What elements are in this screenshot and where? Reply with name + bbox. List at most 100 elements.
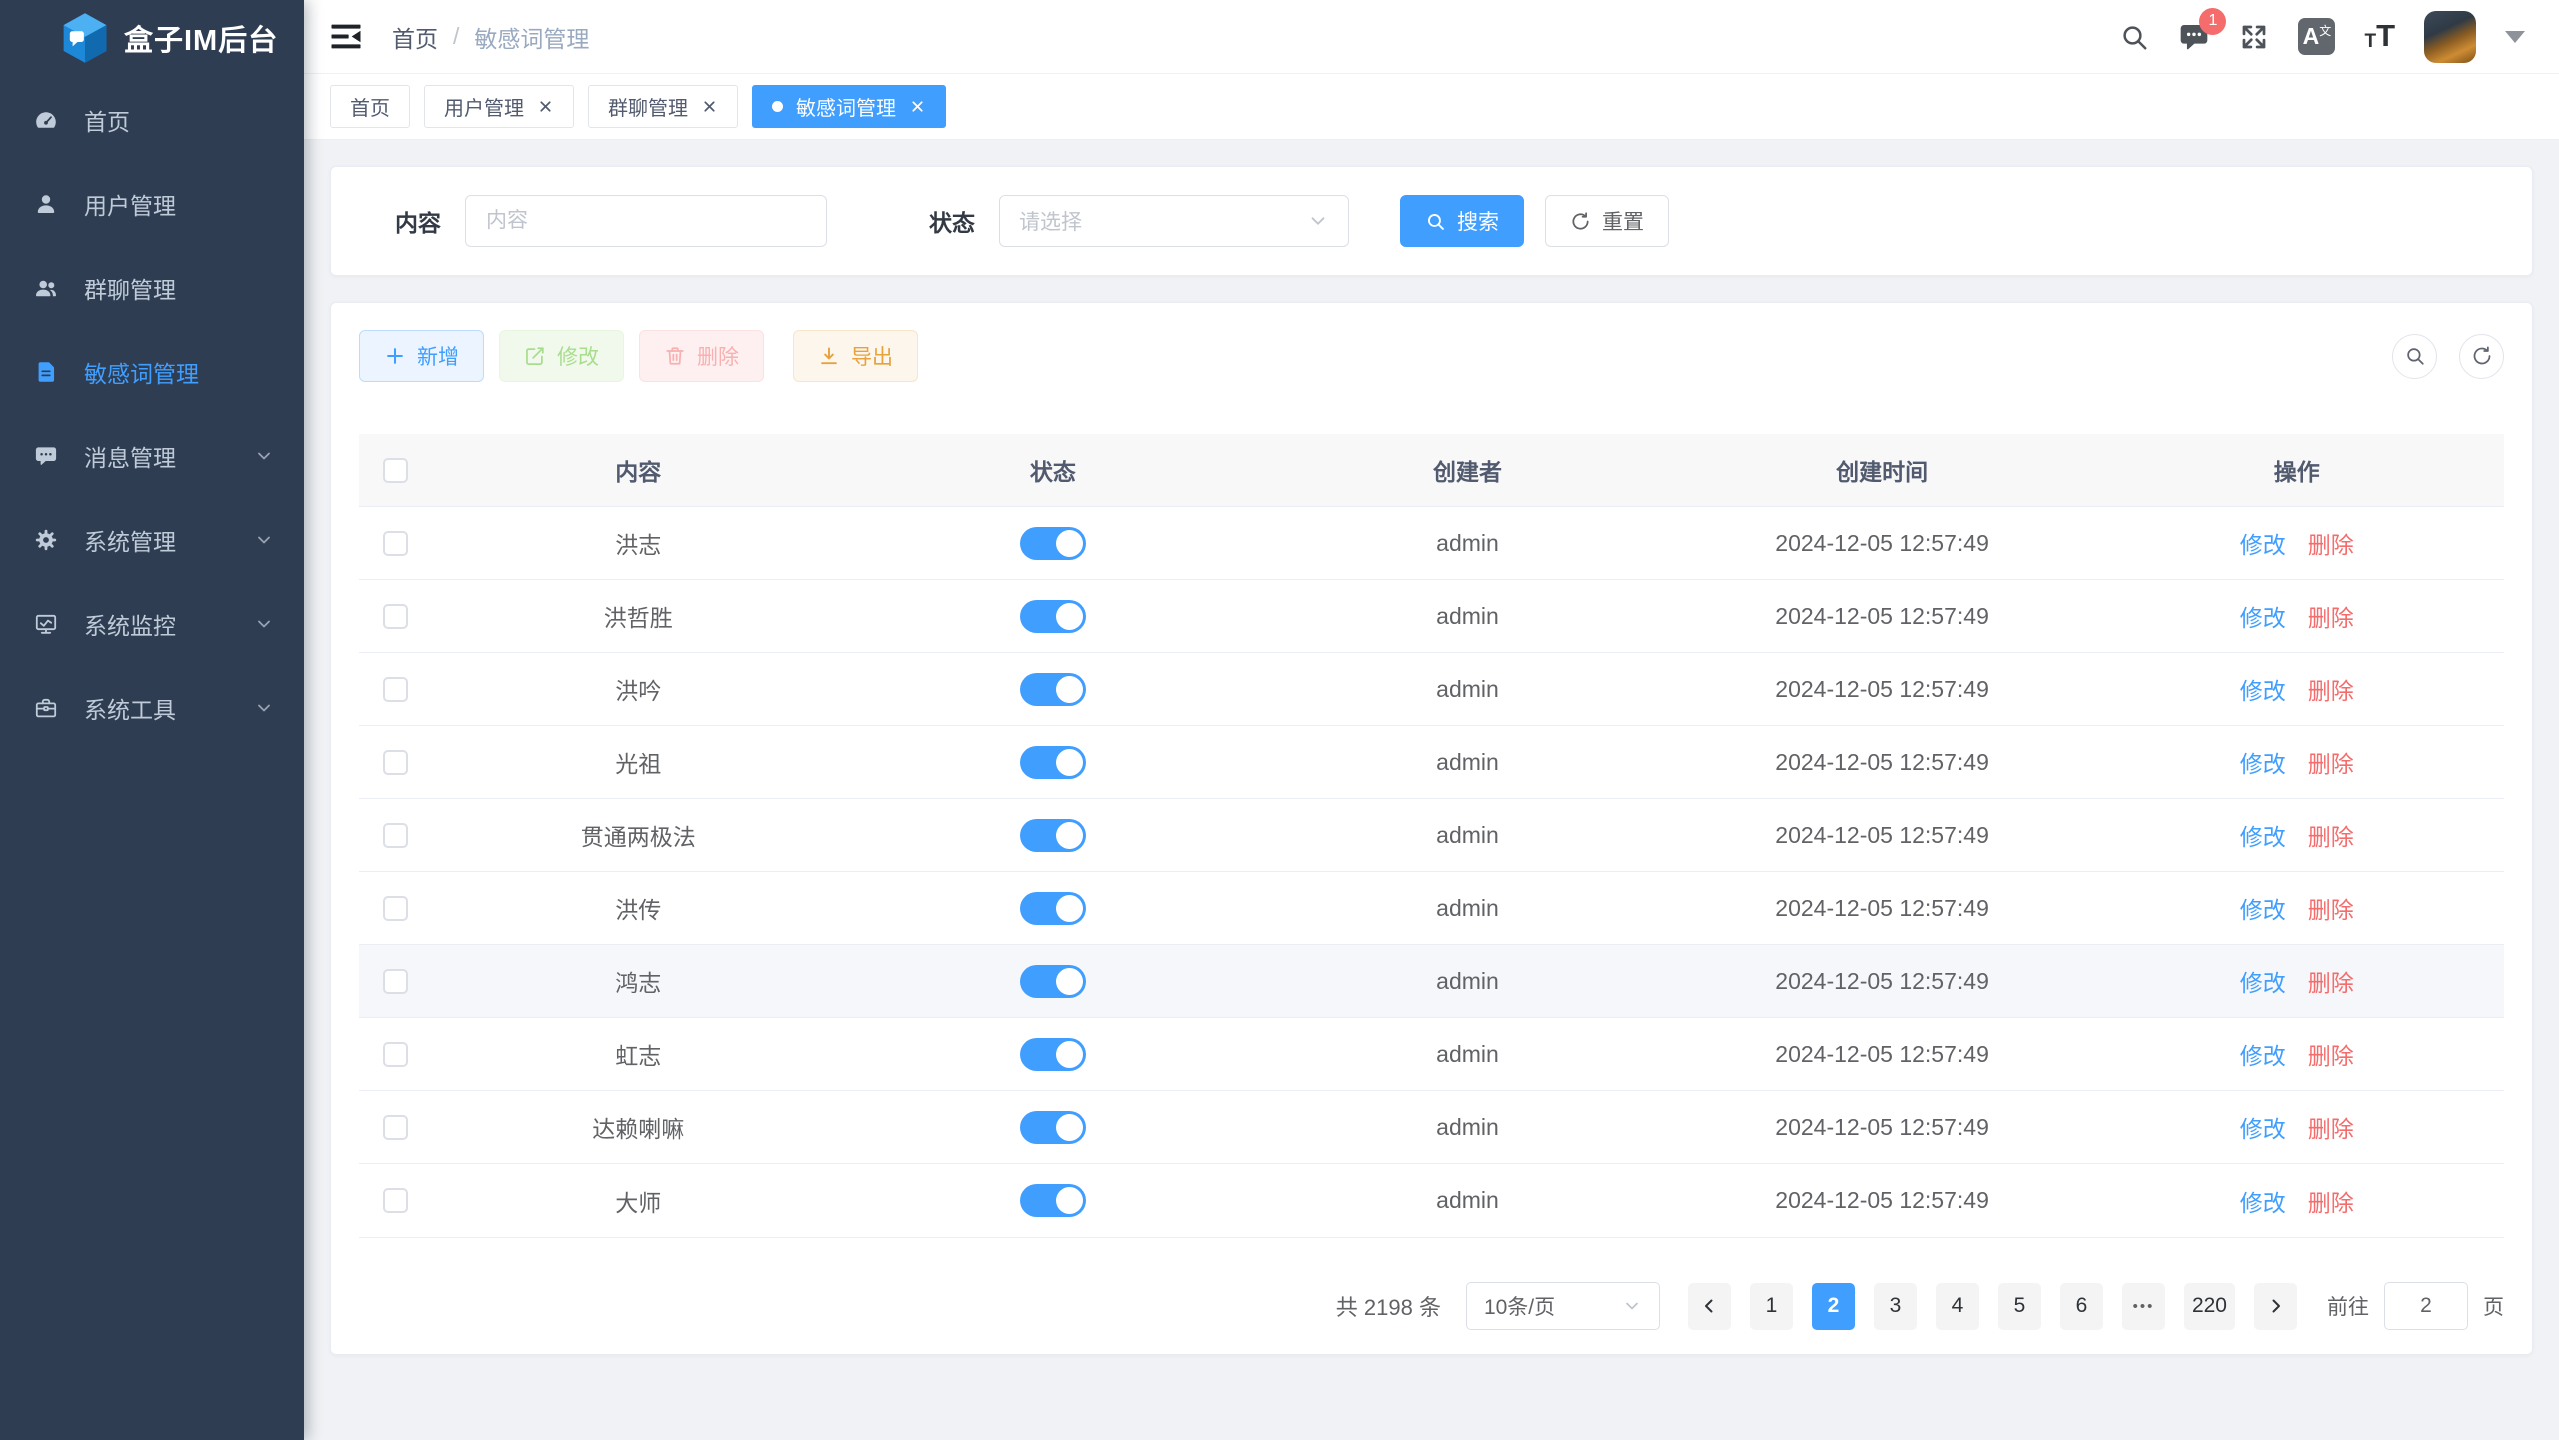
delete-link[interactable]: 删除: [2308, 599, 2354, 633]
status-toggle[interactable]: [1020, 819, 1086, 852]
table-row[interactable]: 大师admin2024-12-05 12:57:49修改删除: [359, 1164, 2504, 1237]
table-row[interactable]: 洪哲胜admin2024-12-05 12:57:49修改删除: [359, 580, 2504, 653]
messages-icon[interactable]: 1: [2178, 21, 2210, 53]
status-toggle[interactable]: [1020, 600, 1086, 633]
status-toggle[interactable]: [1020, 1184, 1086, 1217]
delete-link[interactable]: 删除: [2308, 672, 2354, 706]
table-row[interactable]: 达赖喇嘛admin2024-12-05 12:57:49修改删除: [359, 1091, 2504, 1164]
tab-user-mgmt[interactable]: 用户管理: [424, 85, 574, 128]
sidebar-collapse-icon[interactable]: [330, 22, 362, 51]
delete-link[interactable]: 删除: [2308, 1037, 2354, 1071]
row-checkbox[interactable]: [383, 969, 408, 994]
status-toggle[interactable]: [1020, 527, 1086, 560]
table-row[interactable]: 洪吟admin2024-12-05 12:57:49修改删除: [359, 653, 2504, 726]
goto-page-input[interactable]: [2384, 1282, 2468, 1330]
pager-ellipsis[interactable]: •••: [2122, 1283, 2165, 1330]
table-search-toggle-button[interactable]: [2392, 334, 2437, 379]
delete-link[interactable]: 删除: [2308, 745, 2354, 779]
row-checkbox[interactable]: [383, 677, 408, 702]
sidebar-item-sensitive-words[interactable]: 敏感词管理: [0, 330, 304, 414]
table-row[interactable]: 洪志admin2024-12-05 12:57:49修改删除: [359, 507, 2504, 580]
table-row[interactable]: 光祖admin2024-12-05 12:57:49修改删除: [359, 726, 2504, 799]
close-icon[interactable]: [909, 98, 926, 115]
search-button[interactable]: 搜索: [1400, 195, 1524, 247]
close-icon[interactable]: [537, 98, 554, 115]
sidebar-item-system-tools[interactable]: 系统工具: [0, 666, 304, 750]
sidebar-item-message-mgmt[interactable]: 消息管理: [0, 414, 304, 498]
row-checkbox[interactable]: [383, 1115, 408, 1140]
status-toggle[interactable]: [1020, 673, 1086, 706]
next-page-button[interactable]: [2254, 1283, 2297, 1330]
breadcrumb-home[interactable]: 首页: [392, 20, 438, 54]
delete-link[interactable]: 删除: [2308, 964, 2354, 998]
table-row[interactable]: 贯通两极法admin2024-12-05 12:57:49修改删除: [359, 799, 2504, 872]
page-button-3[interactable]: 3: [1874, 1283, 1917, 1330]
edit-link[interactable]: 修改: [2240, 964, 2286, 998]
search-icon[interactable]: [2119, 22, 2149, 52]
delete-link[interactable]: 删除: [2308, 526, 2354, 560]
table-row[interactable]: 鸿志admin2024-12-05 12:57:49修改删除: [359, 945, 2504, 1018]
status-toggle[interactable]: [1020, 1038, 1086, 1071]
table-row[interactable]: 虹志admin2024-12-05 12:57:49修改删除: [359, 1018, 2504, 1091]
row-checkbox[interactable]: [383, 750, 408, 775]
table-row[interactable]: 洪传admin2024-12-05 12:57:49修改删除: [359, 872, 2504, 945]
page-button-5[interactable]: 5: [1998, 1283, 2041, 1330]
status-select[interactable]: 请选择: [999, 195, 1349, 247]
tab-group-mgmt[interactable]: 群聊管理: [588, 85, 738, 128]
status-toggle[interactable]: [1020, 1111, 1086, 1144]
delete-link[interactable]: 删除: [2308, 1184, 2354, 1218]
sidebar-item-group-mgmt[interactable]: 群聊管理: [0, 246, 304, 330]
status-toggle[interactable]: [1020, 892, 1086, 925]
tab-home[interactable]: 首页: [330, 85, 410, 128]
row-checkbox[interactable]: [383, 604, 408, 629]
chevron-down-icon: [1307, 210, 1329, 232]
chevron-down-icon: [254, 614, 274, 634]
delete-link[interactable]: 删除: [2308, 891, 2354, 925]
delete-link[interactable]: 删除: [2308, 818, 2354, 852]
edit-link[interactable]: 修改: [2240, 1037, 2286, 1071]
table-refresh-button[interactable]: [2459, 334, 2504, 379]
reset-button[interactable]: 重置: [1545, 195, 1669, 247]
edit-link[interactable]: 修改: [2240, 1110, 2286, 1144]
prev-page-button[interactable]: [1688, 1283, 1731, 1330]
font-size-icon[interactable]: TT: [2364, 22, 2395, 51]
sidebar-item-user-mgmt[interactable]: 用户管理: [0, 162, 304, 246]
translate-icon[interactable]: A文: [2298, 18, 2335, 55]
cell-content: 洪吟: [431, 672, 846, 706]
page-button-1[interactable]: 1: [1750, 1283, 1793, 1330]
row-checkbox[interactable]: [383, 1042, 408, 1067]
page-button-6[interactable]: 6: [2060, 1283, 2103, 1330]
row-checkbox[interactable]: [383, 531, 408, 556]
row-checkbox[interactable]: [383, 823, 408, 848]
user-avatar[interactable]: [2424, 11, 2476, 63]
edit-link[interactable]: 修改: [2240, 599, 2286, 633]
sidebar-item-home[interactable]: 首页: [0, 78, 304, 162]
edit-link[interactable]: 修改: [2240, 1184, 2286, 1218]
caret-down-icon[interactable]: [2505, 31, 2525, 43]
page-button-220[interactable]: 220: [2184, 1283, 2235, 1330]
select-all-checkbox[interactable]: [383, 458, 408, 483]
add-button[interactable]: 新增: [359, 330, 484, 382]
edit-button[interactable]: 修改: [499, 330, 624, 382]
sidebar-item-system-monitor[interactable]: 系统监控: [0, 582, 304, 666]
row-checkbox[interactable]: [383, 896, 408, 921]
edit-link[interactable]: 修改: [2240, 745, 2286, 779]
sidebar-item-system-mgmt[interactable]: 系统管理: [0, 498, 304, 582]
export-button[interactable]: 导出: [793, 330, 918, 382]
status-toggle[interactable]: [1020, 965, 1086, 998]
status-toggle[interactable]: [1020, 746, 1086, 779]
edit-link[interactable]: 修改: [2240, 891, 2286, 925]
row-checkbox[interactable]: [383, 1188, 408, 1213]
delete-link[interactable]: 删除: [2308, 1110, 2354, 1144]
edit-link[interactable]: 修改: [2240, 672, 2286, 706]
edit-link[interactable]: 修改: [2240, 818, 2286, 852]
fullscreen-icon[interactable]: [2239, 22, 2269, 52]
edit-link[interactable]: 修改: [2240, 526, 2286, 560]
close-icon[interactable]: [701, 98, 718, 115]
content-input[interactable]: [465, 195, 827, 247]
delete-button[interactable]: 删除: [639, 330, 764, 382]
tab-sensitive-words[interactable]: 敏感词管理: [752, 85, 946, 128]
page-size-select[interactable]: 10条/页: [1466, 1282, 1660, 1330]
page-button-2[interactable]: 2: [1812, 1283, 1855, 1330]
page-button-4[interactable]: 4: [1936, 1283, 1979, 1330]
